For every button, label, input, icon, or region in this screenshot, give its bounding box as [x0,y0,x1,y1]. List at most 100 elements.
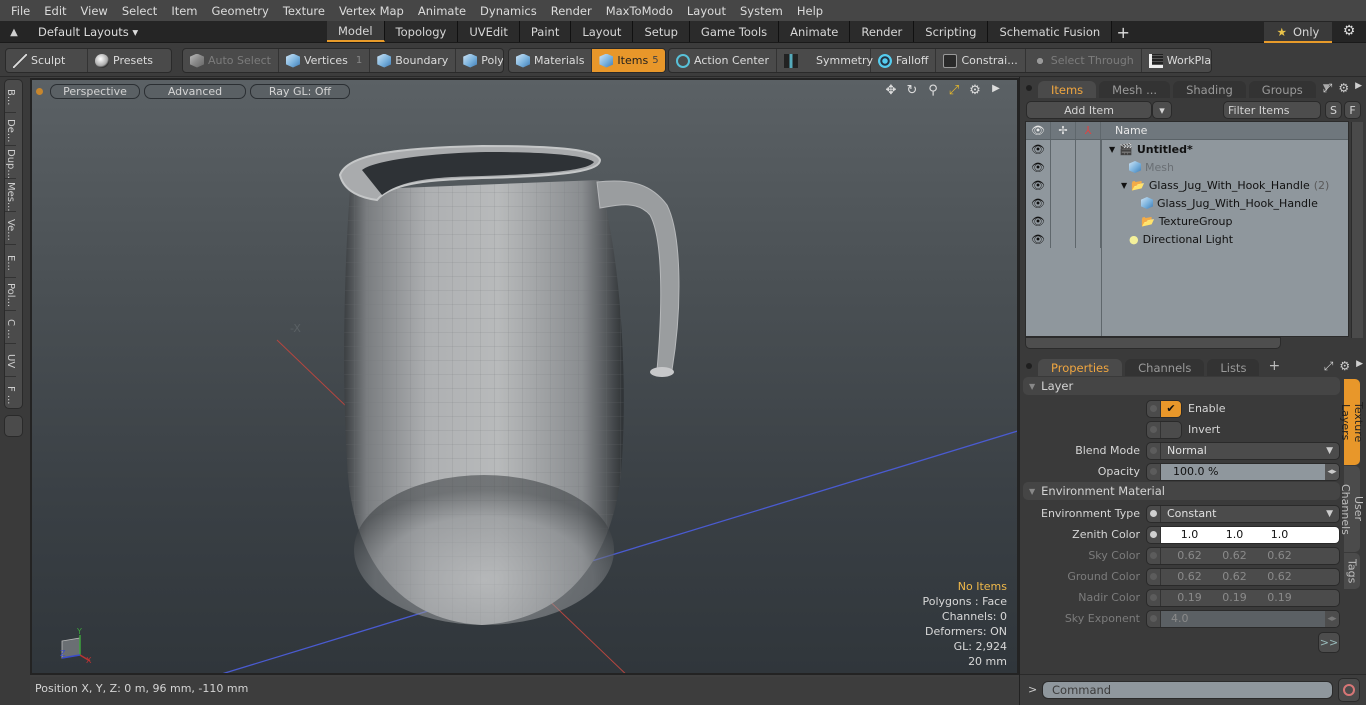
auto-select-button[interactable]: Auto Select [183,49,279,72]
env-section-header[interactable]: ▼ Environment Material [1023,482,1340,500]
tool-tab-fusion[interactable]: F ... [5,377,16,410]
sculpt-button[interactable]: Sculpt [6,49,88,72]
more-options-button[interactable]: >> [1318,632,1340,653]
menu-animate[interactable]: Animate [411,4,473,18]
shading-dropdown[interactable]: Advanced [144,83,246,99]
layer-section-header[interactable]: ▼ Layer [1023,377,1340,395]
panel-arrow-icon[interactable]: ▶ [1355,81,1362,96]
presets-button[interactable]: Presets [88,49,160,72]
tab-channels[interactable]: Channels [1125,359,1205,376]
sky-exponent-input[interactable]: 4.0 ◂▸ [1146,609,1340,628]
only-button[interactable]: ★ Only [1264,22,1332,43]
materials-button[interactable]: Materials [509,49,593,72]
constraints-button[interactable]: Constrai... [936,49,1026,72]
tab-shading[interactable]: Shading [1173,81,1246,98]
menu-texture[interactable]: Texture [276,4,332,18]
tool-tab-polygon[interactable]: Pol... [5,278,16,311]
tree-row[interactable]: 👁 ▼ 🎬 Untitled* [1026,140,1348,158]
transform-axes-icon[interactable]: ⅄ [1076,122,1101,139]
tree-row[interactable]: 👁 ▼ 📂 Glass_Jug_With_Hook_Handle (2) [1026,176,1348,194]
tree-row[interactable]: 👁 📂 TextureGroup [1026,212,1348,230]
default-layouts-dropdown[interactable]: ▲ Default Layouts ▾ [4,23,138,41]
sky-color-input[interactable]: 0.62 0.62 0.62 [1146,546,1340,565]
menu-system[interactable]: System [733,4,790,18]
menu-vertex-map[interactable]: Vertex Map [332,4,411,18]
tool-tab-vertex[interactable]: Ve... [5,212,16,245]
filter-items-input[interactable]: Filter Items [1223,101,1321,119]
zenith-b[interactable]: 1.0 [1257,528,1302,541]
tool-tab-duplicate[interactable]: Dup... [5,146,16,179]
raygl-toggle[interactable]: Ray GL: Off [250,83,350,99]
menu-maxtomodo[interactable]: MaxToModo [599,4,680,18]
side-tab-tags[interactable]: Tags [1344,553,1360,589]
lock-icon[interactable]: ✢ [1051,122,1076,139]
expand-arrow-icon[interactable]: ▼ [1121,181,1127,190]
tab-uvedit[interactable]: UVEdit [458,21,520,42]
tab-groups[interactable]: Groups [1248,81,1316,98]
zenith-color-input[interactable]: 1.0 1.0 1.0 [1146,525,1340,544]
tab-scripting[interactable]: Scripting [914,21,989,42]
panel-dot-icon[interactable] [1026,363,1032,369]
action-center-button[interactable]: Action Center [669,49,777,72]
select-through-button[interactable]: Select Through [1026,49,1142,72]
tree-horizontal-scrollbar[interactable] [1025,337,1281,349]
tool-tab-uv[interactable]: UV [5,344,16,377]
tab-topology[interactable]: Topology [384,21,459,42]
menu-dynamics[interactable]: Dynamics [473,4,544,18]
pan-icon[interactable]: ✥ [884,83,898,98]
tool-tab-deform[interactable]: De... [5,113,16,146]
tool-tab-mesh[interactable]: Mes... [5,179,16,212]
invert-checkbox[interactable] [1146,420,1182,439]
opacity-input[interactable]: 100.0 % ◂▸ [1146,462,1340,481]
tab-schematic-fusion[interactable]: Schematic Fusion [988,21,1113,42]
viewport-status-dot[interactable] [36,87,43,95]
tab-game-tools[interactable]: Game Tools [689,21,780,42]
add-tab-plus-icon[interactable]: + [1268,358,1280,374]
zenith-g[interactable]: 1.0 [1212,528,1257,541]
menu-layout[interactable]: Layout [680,4,733,18]
slider-handle-icon[interactable]: ◂▸ [1325,463,1339,480]
expand-panel-icon[interactable]: ⤢ [1324,359,1334,374]
tree-row[interactable]: 👁 ● Directional Light [1026,230,1348,248]
side-tab-texture-layers[interactable]: Texture Layers [1339,379,1365,465]
zenith-r[interactable]: 1.0 [1167,528,1212,541]
view-mode-dropdown[interactable]: Perspective [50,83,140,99]
ground-color-input[interactable]: 0.62 0.62 0.62 [1146,567,1340,586]
viewport-gear-icon[interactable]: ⚙ [968,83,982,98]
side-tab-user-channels[interactable]: User Channels [1339,466,1365,552]
tab-lists[interactable]: Lists [1207,359,1260,376]
items-button[interactable]: Items 5 [592,49,665,72]
tool-tab-edge[interactable]: E... [5,245,16,278]
expand-arrow-icon[interactable]: ▼ [1109,145,1115,154]
tree-vertical-scrollbar[interactable] [1351,122,1363,338]
menu-edit[interactable]: Edit [37,4,73,18]
name-column-header[interactable]: Name [1101,122,1147,139]
gear-icon[interactable]: ⚙ [1340,23,1358,41]
eye-icon[interactable]: 👁 [1026,176,1051,194]
panel-arrow-icon[interactable]: ▶ [1356,359,1363,374]
tab-setup[interactable]: Setup [633,21,690,42]
add-tab-plus-icon[interactable]: + [1112,21,1134,43]
tree-row[interactable]: 👁 Mesh [1026,158,1348,176]
menu-select[interactable]: Select [115,4,164,18]
menu-view[interactable]: View [74,4,115,18]
tab-paint[interactable]: Paint [519,21,572,42]
tab-mesh-ops[interactable]: Mesh ... [1099,81,1171,98]
f-filter-button[interactable]: F [1344,101,1361,119]
nadir-color-input[interactable]: 0.19 0.19 0.19 [1146,588,1340,607]
tab-model[interactable]: Model [327,21,385,42]
tab-properties[interactable]: Properties [1038,359,1123,376]
menu-file[interactable]: File [4,4,37,18]
menu-item[interactable]: Item [164,4,204,18]
tool-tab-basic[interactable]: B... [5,80,16,113]
command-input[interactable]: Command [1042,681,1333,699]
tab-animate[interactable]: Animate [779,21,851,42]
panel-gear-icon[interactable]: ⚙ [1339,359,1350,374]
eye-icon[interactable]: 👁 [1026,230,1051,248]
3d-viewport[interactable]: -X Y X Z Perspective Advanced Ray GL: Of… [30,78,1019,675]
record-macro-button[interactable] [1338,678,1360,702]
s-filter-button[interactable]: S [1325,101,1342,119]
panel-gear-icon[interactable]: ⚙ [1338,81,1349,96]
maximize-icon[interactable]: ⤢ [947,83,961,98]
expand-panel-icon[interactable]: ⤢ [1323,81,1333,96]
